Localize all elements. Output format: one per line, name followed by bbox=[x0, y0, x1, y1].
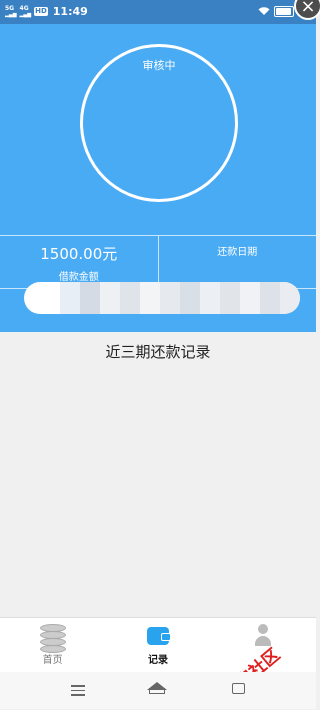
loan-info-row: 1500.00元 借款金额 还款日期 bbox=[0, 235, 316, 289]
close-icon[interactable]: × bbox=[294, 0, 320, 20]
repay-date-cell: 还款日期 bbox=[159, 236, 317, 288]
tab-records[interactable]: 记录 bbox=[105, 618, 210, 673]
status-bar: 5G ▂▄▆ 4G ▂▄▆ HD 11:49 × bbox=[0, 0, 320, 24]
loan-status-panel: 审核中 1500.00元 借款金额 还款日期 bbox=[0, 24, 316, 332]
system-nav-bar bbox=[0, 672, 316, 709]
tab-records-label: 记录 bbox=[147, 655, 168, 666]
wifi-icon bbox=[258, 7, 270, 15]
blurred-content bbox=[60, 282, 300, 314]
battery-icon bbox=[274, 6, 294, 17]
menu-icon[interactable] bbox=[71, 685, 85, 699]
home-icon[interactable] bbox=[147, 682, 167, 694]
repay-date-label: 还款日期 bbox=[217, 247, 258, 258]
coins-icon bbox=[39, 624, 66, 653]
review-status-text: 审核中 bbox=[142, 59, 176, 72]
loan-amount-label: 借款金额 bbox=[58, 272, 99, 283]
status-ring: 审核中 bbox=[80, 44, 238, 202]
loan-amount-value: 1500.00元 bbox=[40, 245, 118, 263]
tab-home-label: 首页 bbox=[42, 655, 63, 666]
tab-home[interactable]: 首页 bbox=[0, 618, 105, 673]
action-button-blurred[interactable] bbox=[24, 282, 300, 314]
hd-badge: HD bbox=[34, 7, 48, 16]
back-icon[interactable] bbox=[232, 683, 245, 694]
loan-amount-cell: 1500.00元 借款金额 bbox=[0, 236, 159, 288]
wallet-icon bbox=[146, 627, 171, 645]
status-time: 11:49 bbox=[52, 5, 88, 18]
battery-fill bbox=[276, 8, 292, 15]
records-title: 近三期还款记录 bbox=[105, 343, 211, 361]
